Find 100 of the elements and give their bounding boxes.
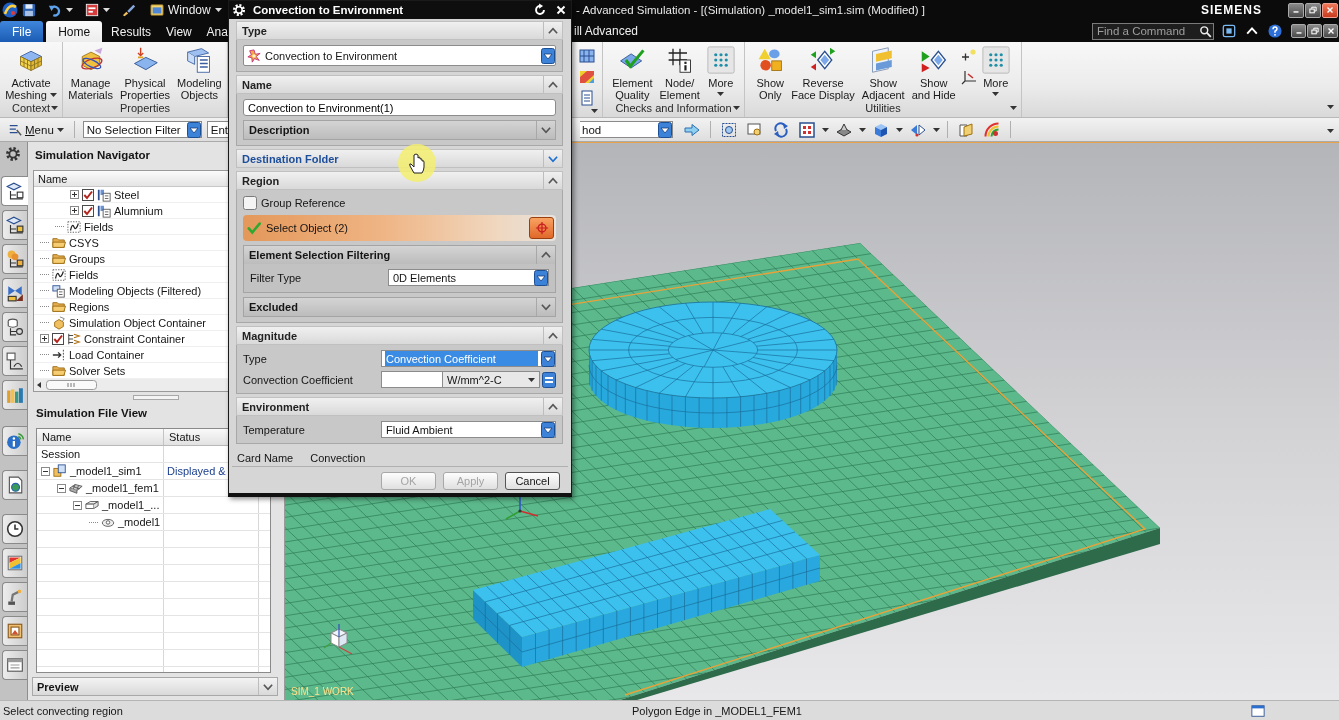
ribbon-button[interactable]: Node/ Element: [657, 46, 702, 101]
tree-item[interactable]: _model1_...: [102, 499, 160, 511]
ribbon-tab[interactable]: Results: [105, 21, 158, 42]
caret-icon[interactable]: [1327, 129, 1334, 133]
undo-icon[interactable]: [48, 3, 62, 17]
expand-icon[interactable]: [70, 206, 79, 215]
resource-tab[interactable]: [2, 470, 27, 500]
ribbon-button[interactable]: Manage Materials: [66, 46, 115, 101]
ribbon-button[interactable]: Show Only: [754, 46, 787, 101]
splitter-handle[interactable]: [133, 394, 179, 400]
fit-view-icon[interactable]: [721, 121, 737, 138]
type-dropdown[interactable]: Convection to Environment: [243, 45, 556, 66]
caret-icon[interactable]: [1327, 105, 1334, 109]
subsection-header[interactable]: Description: [244, 121, 555, 139]
resource-tab[interactable]: [2, 312, 27, 342]
rotate-icon[interactable]: [773, 121, 789, 138]
resource-tab[interactable]: [2, 346, 27, 376]
clip-section-icon[interactable]: [958, 121, 974, 138]
orient-view-icon[interactable]: [910, 121, 926, 138]
collapse-icon[interactable]: [57, 483, 66, 493]
dropdown[interactable]: 0D Elements: [388, 269, 549, 286]
column-header[interactable]: Name: [37, 429, 164, 445]
close-icon[interactable]: [554, 3, 568, 17]
section-header[interactable]: Name: [236, 75, 563, 94]
expand-icon[interactable]: [70, 190, 79, 199]
tree-item[interactable]: CSYS: [69, 236, 99, 249]
unit-dropdown[interactable]: W/mm^2-C: [443, 371, 540, 388]
caret-icon[interactable]: [66, 8, 73, 12]
ribbon-button[interactable]: Show Adjacent: [859, 46, 907, 101]
arrow-right-icon[interactable]: [684, 121, 700, 138]
tree-item[interactable]: Steel: [114, 188, 140, 201]
tree-item[interactable]: Session: [41, 448, 81, 460]
minimize-button[interactable]: [1288, 2, 1304, 18]
filter-dropdown[interactable]: hod: [580, 121, 673, 138]
equals-icon[interactable]: [542, 371, 556, 388]
dropdown[interactable]: Convection Coefficient: [381, 350, 556, 367]
visibility-checkbox[interactable]: [52, 332, 64, 345]
caret-icon[interactable]: [933, 127, 940, 132]
tree-item[interactable]: Load Container: [69, 348, 145, 361]
ribbon-tab[interactable]: View: [159, 21, 198, 42]
ribbon-button[interactable]: Show and Hide: [909, 46, 958, 101]
caret-icon[interactable]: [859, 127, 866, 132]
subsection-header[interactable]: Element Selection Filtering: [244, 246, 555, 264]
dropdown[interactable]: Fluid Ambient: [381, 421, 556, 438]
ribbon-tab[interactable]: File: [0, 21, 44, 42]
resource-tab[interactable]: [1, 176, 28, 206]
resource-tab[interactable]: [2, 210, 27, 240]
tree-item[interactable]: Simulation Object Container: [69, 316, 206, 329]
reset-icon[interactable]: [533, 3, 547, 17]
zoom-window-icon[interactable]: [747, 121, 763, 138]
tree-item[interactable]: Fields: [84, 220, 114, 233]
window-menu-button[interactable]: Window: [148, 1, 224, 19]
caret-icon[interactable]: [896, 127, 903, 132]
save-icon[interactable]: [22, 3, 36, 17]
color-arcs-icon[interactable]: [984, 121, 1000, 138]
tree-item[interactable]: _model1: [118, 516, 161, 528]
tree-item[interactable]: Alumnium: [114, 204, 163, 217]
collapse-icon[interactable]: [41, 466, 50, 476]
launcher-caret-icon[interactable]: [51, 106, 58, 110]
visibility-checkbox[interactable]: [82, 188, 94, 201]
restore-button[interactable]: [1307, 24, 1322, 38]
ribbon-tab[interactable]: Ana: [200, 21, 228, 42]
ribbon-button[interactable]: More: [979, 46, 1012, 96]
filter-dropdown[interactable]: Ent: [206, 121, 228, 138]
resource-tab[interactable]: [2, 650, 27, 680]
value-input[interactable]: [381, 371, 443, 388]
contour-icon[interactable]: [579, 69, 595, 85]
view-layout-icon[interactable]: [799, 121, 815, 138]
visibility-checkbox[interactable]: [82, 204, 94, 217]
launcher-caret-icon[interactable]: [1010, 106, 1017, 110]
pen-icon[interactable]: [122, 3, 136, 17]
cube-icon[interactable]: [873, 121, 889, 138]
subsection-header[interactable]: Excluded: [244, 298, 555, 316]
resource-tab[interactable]: [2, 278, 27, 308]
ribbon-button[interactable]: Modeling Objects: [175, 46, 224, 101]
add-point-icon[interactable]: [960, 48, 977, 64]
dialog-button[interactable]: Cancel: [505, 472, 560, 490]
tree-item[interactable]: Fields: [69, 268, 99, 281]
tree-item[interactable]: Modeling Objects (Filtered): [69, 284, 202, 297]
window-icon[interactable]: [1251, 703, 1265, 718]
menu-button[interactable]: Menu: [6, 122, 66, 137]
caret-icon[interactable]: [822, 127, 829, 132]
section-header[interactable]: Environment: [236, 397, 563, 416]
section-header[interactable]: Region: [236, 171, 563, 190]
ribbon-button[interactable]: More: [704, 46, 737, 96]
expand-icon[interactable]: [40, 334, 49, 343]
mesh-icon[interactable]: [579, 48, 595, 64]
restore-button[interactable]: [1305, 2, 1321, 18]
close-button[interactable]: [1323, 24, 1338, 38]
ribbon-button[interactable]: Reverse Face Display: [789, 46, 857, 101]
help-icon[interactable]: [1268, 24, 1282, 38]
ribbon-button[interactable]: Physical Properties: [117, 46, 173, 101]
launcher-caret-icon[interactable]: [733, 106, 740, 110]
settings-icon[interactable]: [5, 146, 21, 162]
close-button[interactable]: [1322, 2, 1338, 18]
tree-item[interactable]: Regions: [69, 300, 110, 313]
filter-dropdown[interactable]: No Selection Filter: [82, 121, 202, 138]
name-input[interactable]: Convection to Environment(1): [243, 99, 556, 116]
tree-item[interactable]: _model1_sim1: [70, 465, 142, 477]
section-header[interactable]: Type: [236, 21, 563, 40]
